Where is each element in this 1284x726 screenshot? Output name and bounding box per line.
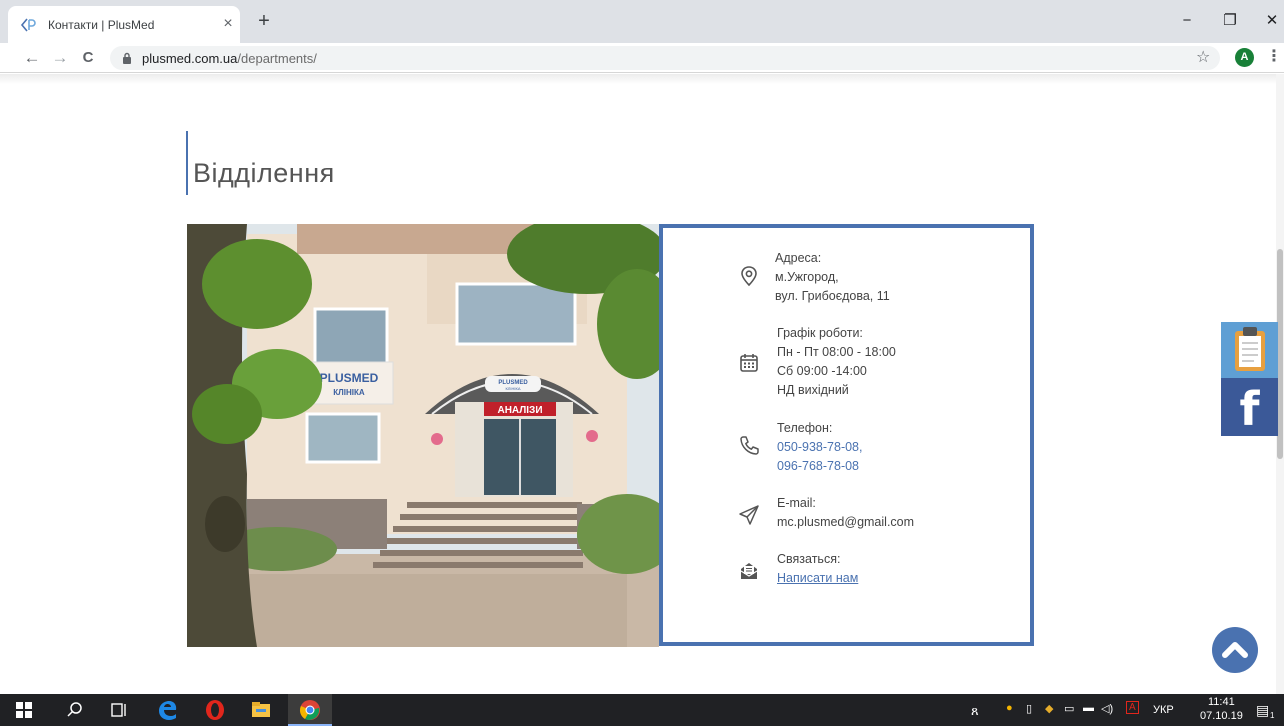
clinic-photo-illustration: PLUSMED КЛІНІКА PLUSMED КЛІНІКА АНАЛІЗИ [187, 224, 659, 647]
address-bar[interactable]: plusmed.com.ua/departments/ [110, 46, 1220, 70]
restore-button[interactable]: ❐ [1218, 12, 1242, 30]
network-icon[interactable]: ▭ [1064, 702, 1074, 715]
phone-link-1[interactable]: 050-938-78-08, [777, 438, 862, 457]
phone-block: Телефон: 050-938-78-08, 096-768-78-08 [777, 419, 862, 476]
new-tab-button[interactable]: + [254, 11, 274, 31]
notifications-icon[interactable]: ▤ [1256, 702, 1269, 719]
windows-taskbar: ጸ ● ▯ ◆ ▭ ▬ ◁) A УКР 11:41 07.10.19 ▤ 1 [0, 694, 1284, 726]
contact-label: Связаться: [777, 552, 841, 566]
send-icon [739, 505, 759, 525]
contact-block: Связаться: Написати нам [777, 550, 858, 588]
schedule-line2: Сб 09:00 -14:00 [777, 364, 867, 378]
browser-toolbar: ← → C plusmed.com.ua/departments/ [0, 43, 1284, 73]
address-block: Адреса: м.Ужгород, вул. Грибоєдова, 11 [775, 249, 890, 306]
chevron-up-icon [1222, 642, 1248, 658]
close-window-button[interactable]: ✕ [1260, 12, 1284, 30]
plusmed-favicon-icon [20, 18, 36, 32]
facebook-button[interactable]: f [1221, 378, 1278, 436]
tab-title: Контакти | PlusMed [48, 18, 155, 32]
windows-start-icon[interactable] [16, 702, 32, 718]
feedback-notes-button[interactable] [1221, 322, 1278, 378]
page-title: Відділення [193, 158, 335, 188]
chrome-icon [300, 700, 320, 720]
photo-sign-text: PLUSMED [320, 371, 379, 385]
email-block: E-mail: mc.plusmed@gmail.com [777, 494, 914, 532]
schedule-line3: НД вихідний [777, 383, 849, 397]
mail-icon [740, 563, 758, 579]
schedule-label: Графік роботи: [777, 326, 863, 340]
security-shield-icon[interactable]: ◆ [1045, 702, 1053, 715]
url-text: plusmed.com.ua/departments/ [142, 51, 317, 66]
reload-button[interactable]: C [78, 48, 98, 68]
title-accent-line [186, 131, 188, 195]
clock-time[interactable]: 11:41 [1208, 696, 1235, 708]
usb-icon[interactable]: ▯ [1026, 702, 1032, 715]
edge-browser-icon[interactable] [156, 699, 178, 721]
task-view-icon[interactable] [108, 699, 130, 721]
photo-red-sign: АНАЛІЗИ [497, 405, 542, 416]
header-shadow [0, 74, 1276, 84]
volume-icon[interactable]: ◁) [1101, 702, 1113, 715]
clock-date[interactable]: 07.10.19 [1200, 710, 1243, 722]
phone-link-2[interactable]: 096-768-78-08 [777, 457, 862, 476]
photo-door-sub: КЛІНІКА [505, 386, 520, 391]
address-label: Адреса: [775, 251, 822, 265]
address-line1: м.Ужгород, [775, 270, 839, 284]
scroll-to-top-button[interactable] [1212, 627, 1258, 673]
browser-menu-icon[interactable]: ⋮ [1266, 46, 1282, 66]
browser-tab[interactable]: Контакти | PlusMed × [8, 6, 240, 43]
search-icon[interactable] [64, 699, 86, 721]
phone-icon [740, 436, 759, 455]
people-icon[interactable]: ጸ [971, 703, 979, 719]
back-button[interactable]: ← [22, 48, 42, 68]
bookmark-star-icon[interactable]: ☆ [1196, 47, 1210, 67]
profile-avatar[interactable]: A [1235, 48, 1254, 67]
chrome-taskbar-item[interactable] [288, 694, 332, 726]
tab-close-icon[interactable]: × [220, 15, 236, 33]
minimize-button[interactable]: − [1175, 12, 1199, 30]
email-label: E-mail: [777, 496, 816, 510]
address-line2: вул. Грибоєдова, 11 [775, 289, 890, 303]
clipboard-icon [1235, 327, 1265, 371]
browser-tab-bar: Контакти | PlusMed × + − ❐ ✕ [0, 0, 1284, 43]
pin-icon [741, 266, 757, 287]
photo-sign-sub: КЛІНІКА [333, 388, 365, 397]
battery-icon[interactable]: ▬ [1083, 702, 1094, 714]
forward-button[interactable]: → [50, 48, 70, 68]
email-value[interactable]: mc.plusmed@gmail.com [777, 513, 914, 532]
calendar-icon [740, 354, 758, 372]
web-page: Відділення PLUSMED КЛІНІКА PLUSMED КЛІНІ… [0, 74, 1284, 694]
schedule-block: Графік роботи: Пн - Пт 08:00 - 18:00 Сб … [777, 324, 896, 400]
schedule-line1: Пн - Пт 08:00 - 18:00 [777, 345, 896, 359]
language-indicator[interactable]: УКР [1153, 704, 1174, 716]
notification-count: 1 [1270, 711, 1275, 720]
contacts-card: Адреса: м.Ужгород, вул. Грибоєдова, 11 Г… [659, 224, 1034, 646]
pdf-app-icon[interactable]: A [1126, 701, 1139, 714]
phone-label: Телефон: [777, 421, 833, 435]
facebook-icon: f [1239, 382, 1260, 436]
file-explorer-icon[interactable] [250, 699, 272, 721]
tray-app-icon[interactable]: ● [1006, 702, 1013, 714]
opera-browser-icon[interactable] [204, 699, 226, 721]
clinic-building-photo: PLUSMED КЛІНІКА PLUSMED КЛІНІКА АНАЛІЗИ [187, 224, 659, 647]
lock-icon [123, 52, 131, 64]
write-us-link[interactable]: Написати нам [777, 569, 858, 588]
